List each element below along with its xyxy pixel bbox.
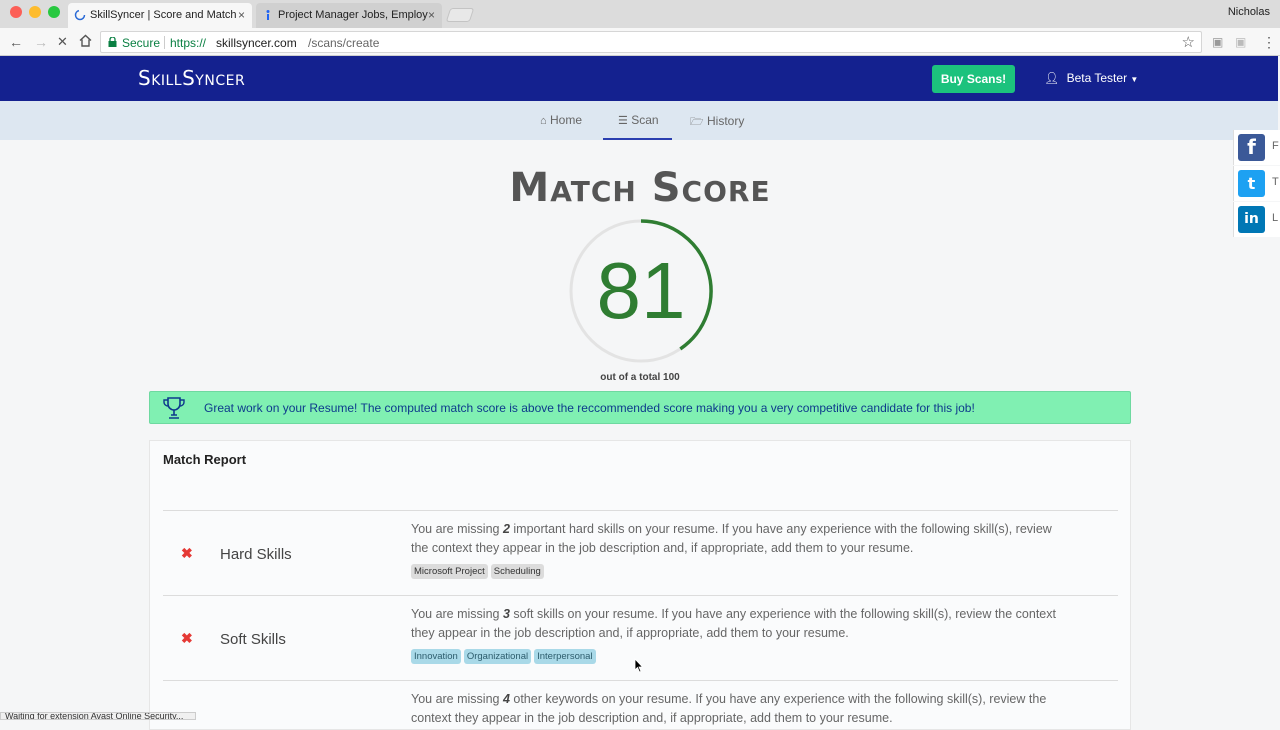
new-tab-button[interactable] bbox=[445, 8, 475, 22]
browser-tab-strip: SkillSyncer | Score and Match × Project … bbox=[0, 0, 1280, 28]
tab-home[interactable]: ⌂ Home bbox=[540, 113, 582, 127]
alert-message: Great work on your Resume! The computed … bbox=[204, 401, 975, 415]
trophy-icon bbox=[163, 397, 185, 419]
report-title: Match Report bbox=[163, 452, 247, 467]
desc-prefix: You are missing bbox=[411, 522, 503, 536]
active-tab-indicator bbox=[603, 138, 672, 140]
skill-tag[interactable]: Organizational bbox=[463, 649, 532, 664]
home-icon[interactable] bbox=[79, 34, 92, 47]
desc-line1: soft skills on your resume. If you have … bbox=[509, 607, 1056, 621]
category-description: You are missing 4 other keywords on your… bbox=[411, 690, 1111, 728]
skill-tag[interactable]: Interpersonal bbox=[534, 649, 596, 664]
omnibox-separator bbox=[164, 36, 165, 49]
sub-navigation: ⌂ Home ☰ Scan 🗁︎ History bbox=[0, 101, 1278, 140]
user-menu[interactable]: 👤︎ Beta Tester ▼ bbox=[1044, 71, 1138, 85]
folder-icon: 🗁︎ bbox=[690, 116, 704, 128]
window-minimize-button[interactable] bbox=[29, 6, 41, 18]
tab-title: Project Manager Jobs, Employ bbox=[278, 9, 428, 21]
share-label: L bbox=[1272, 212, 1279, 224]
browser-profile-name[interactable]: Nicholas bbox=[1228, 6, 1270, 18]
desc-prefix: You are missing bbox=[411, 607, 503, 621]
desc-line2: they appear in the job description and, … bbox=[411, 626, 849, 640]
secure-label: Secure bbox=[122, 36, 161, 50]
missing-count: 4 bbox=[502, 692, 510, 706]
page-title: Match Score bbox=[509, 165, 771, 211]
tab-label: Scan bbox=[631, 113, 659, 127]
browser-tab-skillsyncer[interactable]: SkillSyncer | Score and Match × bbox=[68, 3, 252, 28]
category-description: You are missing 3 soft skills on your re… bbox=[411, 605, 1111, 643]
desc-prefix: You are missing bbox=[411, 692, 503, 706]
user-icon: 👤︎ bbox=[1044, 71, 1060, 85]
window-close-button[interactable] bbox=[10, 6, 22, 18]
tab-scan[interactable]: ☰ Scan bbox=[618, 113, 659, 127]
share-facebook[interactable]: f F bbox=[1233, 130, 1280, 165]
list-icon: ☰ bbox=[618, 115, 628, 127]
site-navbar: SkillSyncer Buy Scans! 👤︎ Beta Tester ▼ bbox=[0, 56, 1278, 101]
missing-x-icon: ✖ bbox=[181, 630, 193, 646]
caret-down-icon: ▼ bbox=[1130, 75, 1139, 84]
desc-line2: the context they appear in the job descr… bbox=[411, 541, 914, 555]
share-twitter[interactable]: t T bbox=[1233, 166, 1280, 201]
facebook-icon: f bbox=[1238, 134, 1265, 161]
address-bar[interactable]: Secure https:// skillsyncer.com /scans/c… bbox=[100, 31, 1202, 53]
extension-icon[interactable]: ▣ bbox=[1235, 33, 1246, 51]
tab-history[interactable]: 🗁︎ History bbox=[690, 113, 744, 132]
tab-label: History bbox=[706, 114, 745, 128]
loading-spinner-icon bbox=[74, 9, 86, 21]
tab-title: SkillSyncer | Score and Match bbox=[90, 9, 237, 21]
missing-count: 2 bbox=[502, 522, 510, 536]
category-label: Hard Skills bbox=[220, 546, 292, 563]
tab-close-icon[interactable]: × bbox=[428, 8, 435, 22]
desc-line1: other keywords on your resume. If you ha… bbox=[509, 692, 1047, 706]
tab-close-icon[interactable]: × bbox=[238, 8, 245, 22]
browser-tab-indeed[interactable]: Project Manager Jobs, Employ × bbox=[256, 3, 442, 28]
mouse-cursor-icon bbox=[634, 658, 644, 673]
match-report-panel: Match Report ✖ Hard Skills You are missi… bbox=[149, 440, 1131, 730]
menu-icon[interactable]: ⋮ bbox=[1262, 33, 1276, 51]
extension-icon[interactable]: ▣ bbox=[1212, 33, 1223, 51]
skill-tag[interactable]: Microsoft Project bbox=[411, 564, 488, 579]
missing-x-icon: ✖ bbox=[181, 545, 193, 561]
window-maximize-button[interactable] bbox=[48, 6, 60, 18]
tab-label: Home bbox=[550, 113, 583, 127]
desc-line1: important hard skills on your resume. If… bbox=[509, 522, 1052, 536]
missing-count: 3 bbox=[502, 607, 510, 621]
twitter-icon: t bbox=[1238, 170, 1265, 197]
skill-tag[interactable]: Innovation bbox=[411, 649, 461, 664]
browser-toolbar: ← → ✕ Secure https:// skillsyncer.com /s… bbox=[0, 28, 1280, 56]
report-row-other-keywords: You are missing 4 other keywords on your… bbox=[163, 680, 1118, 725]
skill-tag[interactable]: Scheduling bbox=[490, 564, 544, 579]
url-path: /scans/create bbox=[308, 36, 380, 50]
url-scheme: https:// bbox=[170, 36, 207, 50]
home-icon: ⌂ bbox=[540, 115, 547, 127]
score-value: 81 bbox=[596, 246, 686, 335]
bookmark-star-icon[interactable]: ☆ bbox=[1182, 33, 1195, 51]
share-label: T bbox=[1272, 176, 1279, 188]
stop-loading-icon[interactable]: ✕ bbox=[57, 33, 68, 51]
url-host: skillsyncer.com bbox=[216, 36, 297, 50]
score-subtitle: out of a total 100 bbox=[600, 372, 680, 383]
category-description: You are missing 2 important hard skills … bbox=[411, 520, 1111, 558]
category-label: Soft Skills bbox=[220, 631, 286, 648]
back-icon[interactable]: ← bbox=[9, 33, 23, 51]
report-row-hard-skills: ✖ Hard Skills You are missing 2 importan… bbox=[163, 510, 1118, 595]
skill-tags: Microsoft Project Scheduling bbox=[411, 561, 547, 579]
brand-logo[interactable]: SkillSyncer bbox=[138, 66, 245, 90]
buy-scans-button[interactable]: Buy Scans! bbox=[932, 65, 1015, 93]
indeed-favicon-icon bbox=[266, 10, 270, 20]
share-label: F bbox=[1272, 140, 1279, 152]
browser-status-bar: Waiting for extension Avast Online Secur… bbox=[0, 712, 196, 720]
lock-icon bbox=[108, 37, 117, 47]
user-name: Beta Tester bbox=[1066, 71, 1128, 85]
skill-tags: Innovation Organizational Interpersonal bbox=[411, 646, 599, 664]
desc-line2: context they appear in the job descripti… bbox=[411, 711, 893, 725]
linkedin-icon: in bbox=[1238, 206, 1265, 233]
share-linkedin[interactable]: in L bbox=[1233, 202, 1280, 237]
success-alert: Great work on your Resume! The computed … bbox=[149, 391, 1131, 424]
forward-icon[interactable]: → bbox=[34, 33, 48, 51]
